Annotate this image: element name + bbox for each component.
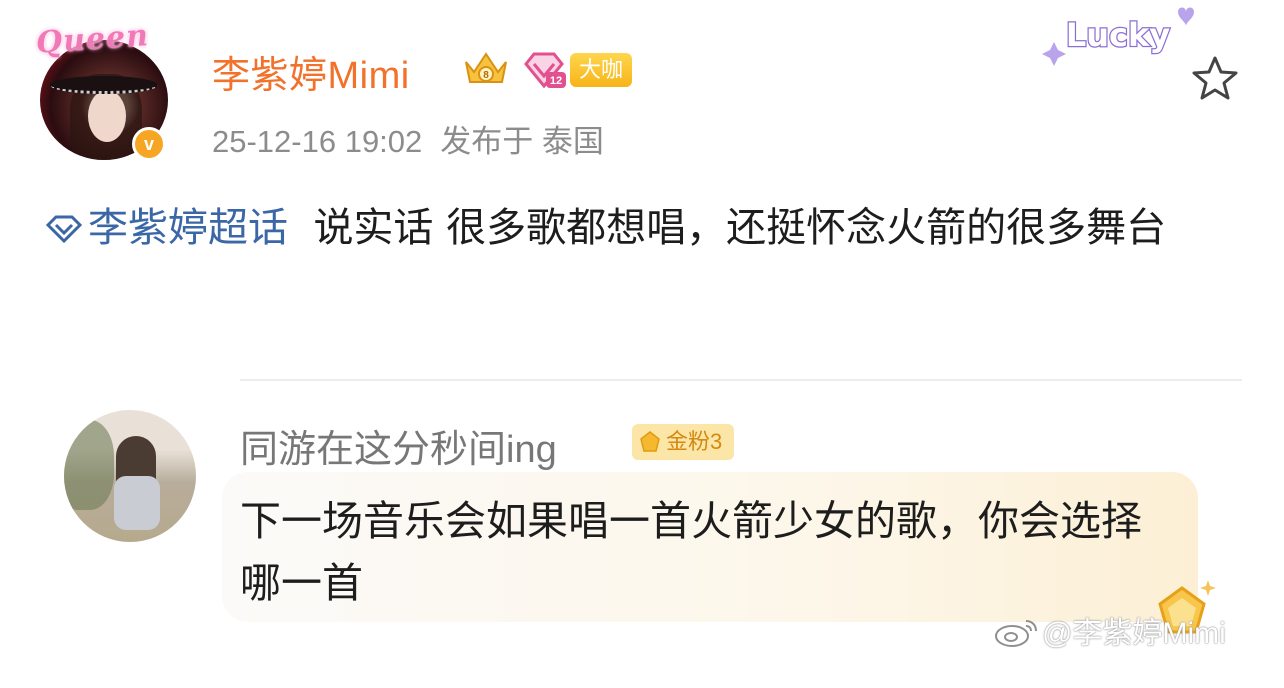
weibo-watermark: @李紫婷Mimi [994,608,1226,652]
lucky-sticker: Lucky [1042,7,1194,66]
comment-text: 下一场音乐会如果唱一首火箭少女的歌，你会选择哪一首 [240,497,1142,607]
watermark-text: @李紫婷Mimi [1042,617,1226,650]
svg-text:Lucky: Lucky [1066,16,1170,54]
favorite-star-icon[interactable] [1190,54,1240,102]
author-name[interactable]: 李紫婷Mimi [212,44,410,99]
weibo-logo-icon [995,620,1037,647]
fan-level-badge[interactable]: 金粉3 [632,424,735,460]
super-topic-icon [45,215,83,243]
commenter-name[interactable]: 同游在这分秒间ing [240,418,557,473]
svg-text:12: 12 [550,75,562,87]
avatar-face [88,90,126,142]
fan-level-label: 金粉3 [666,429,723,454]
svg-text:8: 8 [483,70,489,81]
commenter-avatar[interactable] [64,410,196,542]
post-location: 发布于 泰国 [440,124,604,159]
diamond-level-icon[interactable]: 12 [522,50,566,90]
post-meta: 25-12-16 19:02 发布于 泰国 [212,116,604,161]
post-body: 李紫婷超话 说实话 很多歌都想唱，还挺怀念火箭的很多舞台 [44,196,1244,261]
vip-badge[interactable]: 大咖 [570,53,633,87]
post-text: 说实话 很多歌都想唱，还挺怀念火箭的很多舞台 [313,205,1167,251]
crown-icon[interactable]: 8 [460,48,512,88]
gold-gem-icon [640,431,660,452]
verified-badge-icon: v [132,127,166,161]
topic-link[interactable]: 李紫婷超话 [44,205,288,251]
divider [240,379,1242,381]
post-timestamp: 25-12-16 19:02 [212,124,423,159]
topic-label: 李紫婷超话 [88,205,288,251]
avatar-tree [64,420,114,510]
avatar-dress [114,476,160,530]
avatar-hat [50,76,158,94]
